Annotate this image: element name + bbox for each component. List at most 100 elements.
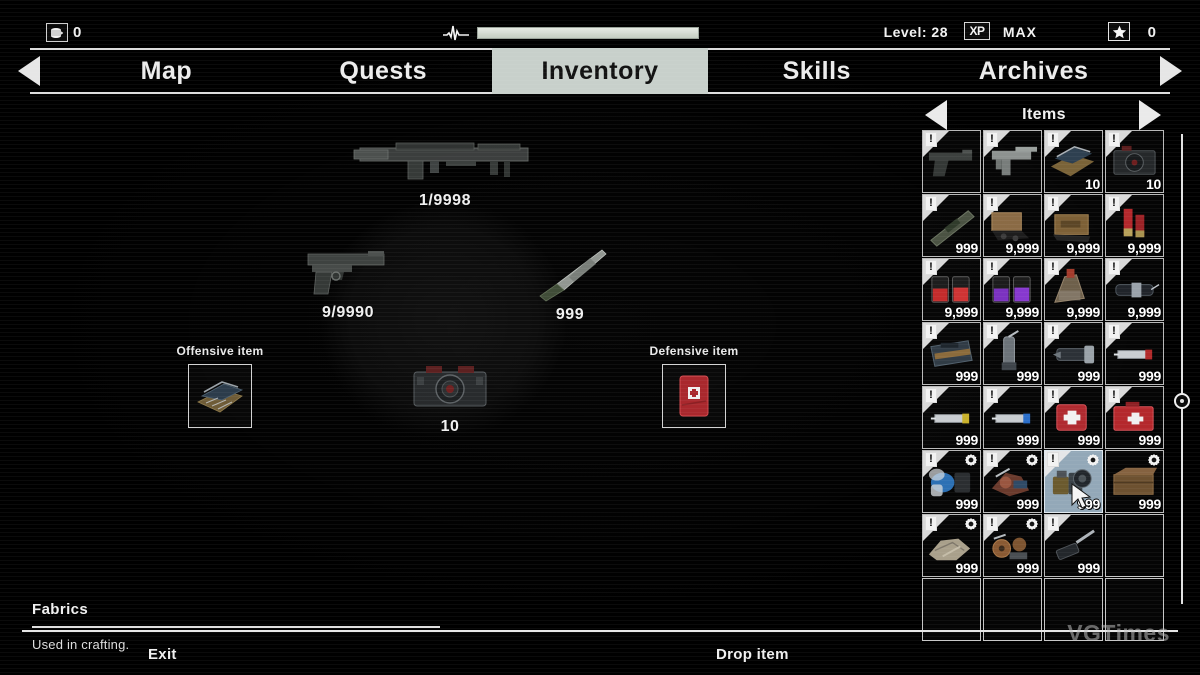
- gear-icon: [1147, 454, 1161, 466]
- chevron-left-icon: [18, 56, 40, 86]
- health-bar-fill: [478, 28, 698, 38]
- chevron-right-icon: [1159, 56, 1182, 86]
- item-slot[interactable]: ! 999: [922, 322, 981, 385]
- item-quantity: 999: [1016, 368, 1040, 384]
- item-slot[interactable]: ! 999: [1105, 386, 1164, 449]
- item-slot[interactable]: 999: [1105, 450, 1164, 513]
- items-title: Items: [1022, 106, 1066, 123]
- new-item-badge: !: [986, 452, 998, 467]
- tab-archives[interactable]: Archives: [925, 48, 1142, 94]
- item-slot[interactable]: ! 10: [1044, 130, 1103, 193]
- new-item-badge: !: [925, 196, 937, 211]
- item-slot[interactable]: ! 999: [1044, 450, 1103, 513]
- tab-next-button[interactable]: [1142, 48, 1200, 94]
- bottombar-rule: [22, 630, 1178, 632]
- equipment-qty-melee: 999: [555, 306, 585, 323]
- item-slot[interactable]: ! 999: [922, 514, 981, 577]
- items-scrollbar-track[interactable]: [1181, 134, 1183, 604]
- equipment-qty-primary: 1/9998: [419, 192, 471, 209]
- item-slot[interactable]: ! 9,999: [1044, 194, 1103, 257]
- item-quantity: 9,999: [1127, 304, 1161, 320]
- items-scrollbar-thumb[interactable]: [1174, 392, 1190, 409]
- coins-icon-glyph: [51, 27, 63, 38]
- pistol-icon: [307, 251, 385, 295]
- new-item-badge: !: [1047, 324, 1059, 339]
- items-next-button[interactable]: [1133, 100, 1167, 130]
- item-quantity: 999: [1138, 496, 1162, 512]
- equipment-slot-gadget[interactable]: 10: [385, 358, 515, 436]
- coins-value: 0: [73, 24, 82, 41]
- star-icon: [1108, 22, 1130, 41]
- tab-skills[interactable]: Skills: [708, 48, 925, 94]
- item-slot[interactable]: ! 999: [922, 386, 981, 449]
- mouse-cursor: [1071, 483, 1092, 509]
- offensive-item-box[interactable]: [188, 364, 252, 428]
- item-quantity: 999: [955, 432, 979, 448]
- new-item-badge: !: [1108, 196, 1120, 211]
- item-slot[interactable]: ! 999: [983, 514, 1042, 577]
- new-item-badge: !: [1047, 516, 1059, 531]
- item-quantity: 9,999: [1005, 304, 1039, 320]
- coins-icon: [46, 23, 68, 42]
- item-slot[interactable]: ! 999: [1044, 322, 1103, 385]
- equipment-slot-offensive[interactable]: Offensive item: [158, 344, 282, 428]
- level-label: Level: 28: [883, 24, 948, 40]
- new-item-badge: !: [925, 388, 937, 403]
- tab-prev-button[interactable]: [0, 48, 58, 94]
- item-slot[interactable]: ! 999: [983, 450, 1042, 513]
- item-slot[interactable]: ! 9,999: [983, 258, 1042, 321]
- item-slot[interactable]: ! 9,999: [983, 194, 1042, 257]
- item-slot[interactable]: ! 999: [983, 386, 1042, 449]
- defensive-item-box[interactable]: [662, 364, 726, 428]
- item-slot[interactable]: ! 9,999: [1105, 258, 1164, 321]
- item-quantity: 999: [1138, 432, 1162, 448]
- offensive-item-label: Offensive item: [176, 344, 264, 358]
- item-slot[interactable]: ! 999: [1044, 386, 1103, 449]
- tab-quests[interactable]: Quests: [275, 48, 492, 94]
- tab-inventory[interactable]: Inventory: [491, 48, 709, 94]
- item-slot[interactable]: ! 9,999: [1105, 194, 1164, 257]
- character-equipment-panel: 1/9998 9/9990 999 10 Offensive item Defe…: [0, 96, 915, 652]
- item-quantity: 999: [955, 368, 979, 384]
- equipment-slot-sidearm[interactable]: 9/9990: [268, 244, 428, 322]
- new-item-badge: !: [1047, 132, 1059, 147]
- new-item-badge: !: [1108, 260, 1120, 275]
- drop-item-button[interactable]: Drop item: [716, 646, 789, 663]
- item-slot[interactable]: ! 999: [983, 322, 1042, 385]
- equipment-slot-defensive[interactable]: Defensive item: [632, 344, 756, 428]
- item-slot[interactable]: ! 10: [1105, 130, 1164, 193]
- equipment-slot-primary-weapon[interactable]: 1/9998: [345, 134, 545, 210]
- item-quantity: 10: [1146, 176, 1161, 192]
- item-quantity: 999: [1016, 496, 1040, 512]
- item-quantity: 9,999: [944, 304, 978, 320]
- item-quantity: 9,999: [1066, 304, 1100, 320]
- tab-map[interactable]: Map: [58, 48, 275, 94]
- item-slot[interactable]: ! 999: [922, 194, 981, 257]
- chevron-right-icon: [1139, 100, 1161, 130]
- equipment-qty-gadget: 10: [440, 418, 460, 435]
- gear-icon: [1025, 454, 1039, 466]
- item-slot-empty[interactable]: [1105, 514, 1164, 577]
- xp-value: MAX: [1002, 24, 1037, 40]
- item-quantity: 9,999: [1066, 240, 1100, 256]
- item-quantity: 999: [1077, 368, 1101, 384]
- equipment-slot-melee[interactable]: 999: [495, 246, 645, 324]
- new-item-badge: !: [986, 324, 998, 339]
- items-panel: Items !!! 10! 10! 999! 9,999! 9,999! 9,999! 9,9…: [915, 96, 1200, 641]
- exit-button[interactable]: Exit: [148, 646, 177, 663]
- gear-icon: [964, 518, 978, 530]
- item-slot[interactable]: !: [983, 130, 1042, 193]
- assault-rifle-icon: [353, 142, 529, 180]
- item-slot[interactable]: ! 999: [1044, 514, 1103, 577]
- item-slot[interactable]: ! 9,999: [922, 258, 981, 321]
- new-item-badge: !: [1108, 388, 1120, 403]
- new-item-badge: !: [925, 132, 937, 147]
- item-slot[interactable]: !: [922, 130, 981, 193]
- item-quantity: 999: [1077, 560, 1101, 576]
- item-slot[interactable]: ! 999: [922, 450, 981, 513]
- item-slot[interactable]: ! 999: [1105, 322, 1164, 385]
- item-slot[interactable]: ! 9,999: [1044, 258, 1103, 321]
- new-item-badge: !: [986, 132, 998, 147]
- bear-trap-icon: [197, 381, 244, 413]
- defensive-item-label: Defensive item: [649, 344, 739, 358]
